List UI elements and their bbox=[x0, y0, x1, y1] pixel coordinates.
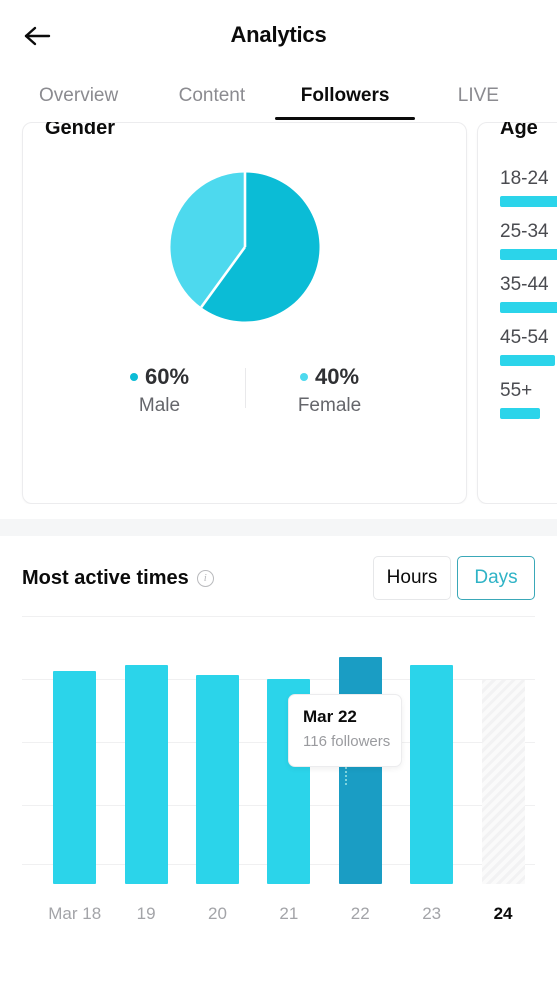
xlabel-19: 19 bbox=[136, 904, 156, 923]
xlabel-21: 21 bbox=[279, 904, 299, 923]
male-label: Male bbox=[138, 395, 181, 416]
toggle-days-button[interactable]: Days bbox=[457, 556, 535, 600]
female-label: Female bbox=[297, 395, 362, 416]
toggle-hours-button[interactable]: Hours bbox=[373, 556, 451, 600]
xlabel-22: 22 bbox=[350, 904, 370, 923]
gender-pie-chart bbox=[169, 172, 320, 322]
tab-overview-label: Overview bbox=[39, 85, 119, 106]
age-label-25-34: 25-34 bbox=[500, 221, 549, 242]
age-bar-55-plus bbox=[500, 408, 540, 419]
bar-mar-23[interactable] bbox=[410, 665, 454, 884]
age-bar-45-54 bbox=[500, 355, 555, 366]
age-row-25-34: 25-34 bbox=[500, 221, 557, 260]
info-circle-icon[interactable]: i bbox=[196, 569, 214, 587]
female-percent-row: 40% bbox=[245, 364, 415, 390]
age-card-title: Age bbox=[500, 122, 538, 139]
age-bar-25-34 bbox=[500, 249, 557, 260]
tab-content-label: Content bbox=[178, 85, 246, 106]
tab-bar: Overview Content Followers LIVE bbox=[0, 70, 557, 122]
legend-item-male: 60% Male bbox=[75, 364, 245, 417]
age-row-18-24: 18-24 bbox=[500, 168, 557, 207]
tab-live-label: LIVE bbox=[457, 85, 499, 106]
age-bar-35-44 bbox=[500, 302, 557, 313]
female-color-dot bbox=[299, 373, 308, 381]
demographics-card-row: Gender 60% Male 40% Female Age 18-24 25-… bbox=[0, 122, 557, 504]
gender-card-title: Gender bbox=[45, 122, 116, 139]
toggle-hours-label: Hours bbox=[386, 567, 438, 588]
back-button[interactable] bbox=[20, 19, 56, 53]
most-active-times-title: Most active times bbox=[22, 566, 189, 589]
app-header: Analytics bbox=[0, 0, 557, 70]
tab-active-underline bbox=[275, 117, 416, 120]
most-active-times-section: Most active times i Hours Days Mar 22 11… bbox=[0, 536, 557, 989]
tab-followers[interactable]: Followers bbox=[275, 70, 416, 122]
male-percent-row: 60% bbox=[75, 364, 245, 390]
tooltip-followers: 116 followers bbox=[303, 733, 391, 750]
age-row-45-54: 45-54 bbox=[500, 327, 557, 366]
tab-live[interactable]: LIVE bbox=[412, 70, 545, 122]
page-title: Analytics bbox=[230, 22, 327, 47]
bar-mar-20[interactable] bbox=[195, 675, 239, 884]
xlabel-mar-18: Mar 18 bbox=[48, 904, 102, 923]
male-percent: 60% bbox=[144, 364, 190, 389]
legend-item-female: 40% Female bbox=[245, 364, 415, 417]
gender-legend: 60% Male 40% Female bbox=[23, 364, 466, 417]
arrow-left-icon bbox=[24, 26, 51, 46]
bar-slot[interactable] bbox=[396, 616, 467, 884]
bar-mar-18[interactable] bbox=[53, 671, 97, 884]
bar-mar-19[interactable] bbox=[124, 665, 168, 884]
age-row-55-plus: 55+ bbox=[500, 380, 557, 419]
female-percent: 40% bbox=[314, 364, 360, 389]
age-label-45-54: 45-54 bbox=[500, 327, 549, 348]
age-list: 18-24 25-34 35-44 45-54 55+ bbox=[478, 140, 557, 419]
tab-content[interactable]: Content bbox=[145, 70, 278, 122]
tab-overview[interactable]: Overview bbox=[12, 70, 145, 122]
chart-x-axis-labels: Mar 18 19 20 21 22 23 24 bbox=[39, 904, 539, 924]
bar-slot[interactable] bbox=[110, 616, 181, 884]
tab-followers-label: Followers bbox=[300, 85, 390, 106]
tooltip-connector-line bbox=[345, 767, 347, 785]
most-active-times-title-wrap: Most active times i bbox=[22, 567, 214, 590]
time-range-toggle-group: Hours Days bbox=[373, 556, 535, 600]
bar-mar-24-partial[interactable] bbox=[481, 680, 525, 884]
most-active-times-header: Most active times i Hours Days bbox=[0, 536, 557, 600]
age-card: Age 18-24 25-34 35-44 45-54 55+ bbox=[477, 122, 557, 504]
gender-pie-wrap bbox=[23, 166, 466, 328]
section-divider bbox=[0, 519, 557, 536]
xlabel-24-today: 24 bbox=[493, 904, 513, 923]
xlabel-23: 23 bbox=[422, 904, 442, 923]
age-label-35-44: 35-44 bbox=[500, 274, 549, 295]
tooltip-date: Mar 22 bbox=[303, 707, 357, 726]
bar-slot[interactable] bbox=[467, 616, 538, 884]
gender-card: Gender 60% Male 40% Female bbox=[22, 122, 467, 504]
legend-divider bbox=[244, 368, 246, 408]
age-row-35-44: 35-44 bbox=[500, 274, 557, 313]
followers-bar-chart: Mar 22 116 followers Mar 18 19 20 21 22 … bbox=[0, 616, 557, 946]
age-label-55-plus: 55+ bbox=[500, 380, 533, 401]
male-color-dot bbox=[129, 373, 138, 381]
age-label-18-24: 18-24 bbox=[500, 168, 549, 189]
bar-slot[interactable] bbox=[182, 616, 253, 884]
chart-tooltip: Mar 22 116 followers bbox=[288, 694, 402, 767]
toggle-days-label: Days bbox=[474, 567, 518, 588]
age-bar-18-24 bbox=[500, 196, 557, 207]
xlabel-20: 20 bbox=[208, 904, 227, 923]
bar-slot[interactable] bbox=[39, 616, 110, 884]
analytics-screen: Analytics Overview Content Followers LIV… bbox=[0, 0, 557, 989]
